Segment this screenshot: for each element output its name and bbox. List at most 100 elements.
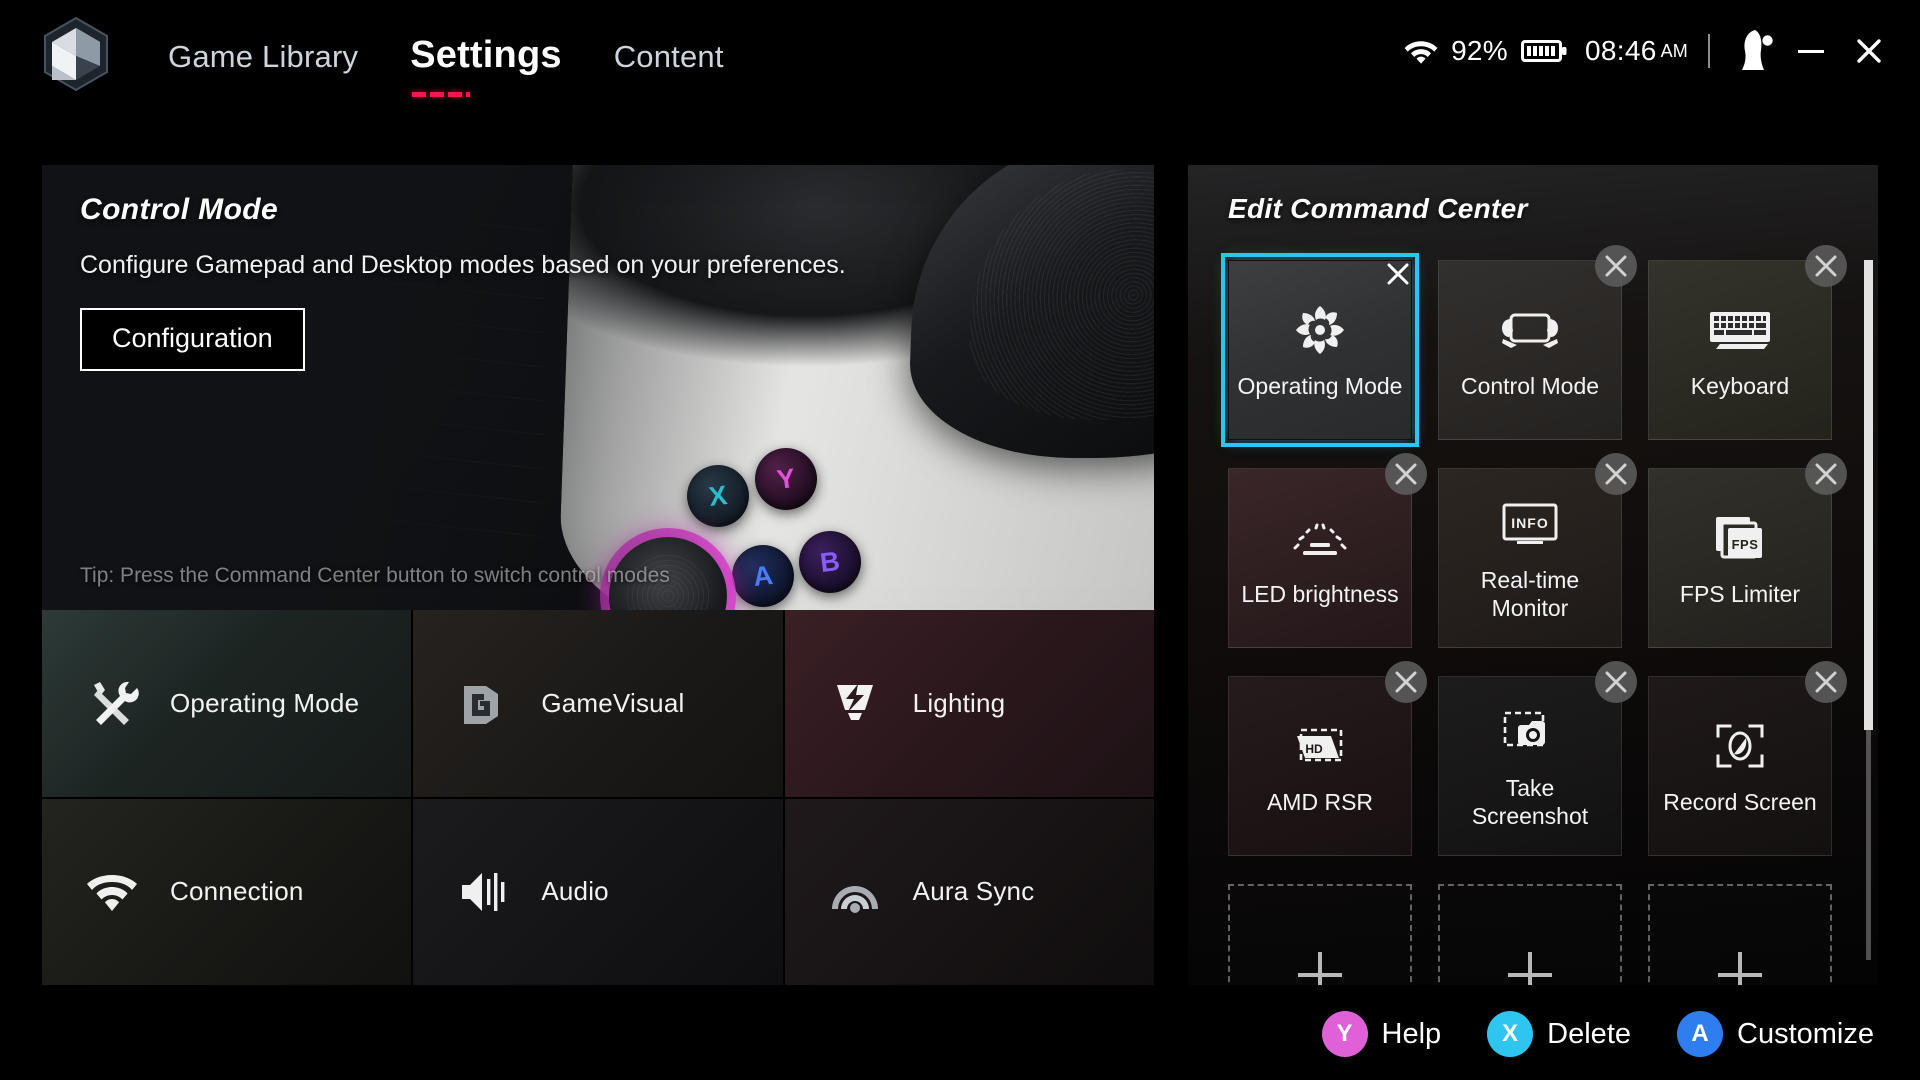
settings-tile-label: Audio [541, 876, 609, 907]
clock-time: 08:46 [1585, 35, 1657, 66]
avatar[interactable] [1730, 25, 1782, 77]
close-icon [1815, 255, 1837, 277]
minimize-button[interactable] [1782, 22, 1840, 80]
info-monitor-icon: INFO [1501, 494, 1559, 554]
hd-upscale-icon: HD [1291, 716, 1349, 776]
cc-tile-keyboard[interactable]: Keyboard [1648, 245, 1847, 440]
close-icon [1387, 263, 1409, 285]
add-command-slot-2[interactable] [1438, 884, 1622, 985]
settings-tile-label: Operating Mode [170, 687, 360, 718]
armoury-crate-window: Game Library Settings Content 92% 08:46 … [0, 0, 1920, 1080]
wifi-icon [1404, 38, 1438, 64]
cc-tile-real-time-monitor[interactable]: INFO Real-time Monitor [1438, 453, 1637, 648]
cc-tile-label: Take Screenshot [1471, 774, 1589, 829]
cc-tile-label: FPS Limiter [1679, 580, 1801, 607]
control-mode-hero-card[interactable]: X Y A B Control Mode Configure Gamepad a… [42, 165, 1154, 610]
fan-turbine-icon [1292, 300, 1348, 360]
settings-tile-gamevisual[interactable]: GameVisual [413, 610, 783, 797]
fps-stack-icon: FPS [1712, 508, 1768, 568]
cc-tile-operating-mode[interactable]: Operating Mode [1221, 253, 1419, 447]
close-button[interactable] [1840, 22, 1898, 80]
wifi-icon [84, 864, 140, 920]
settings-tile-operating-mode[interactable]: Operating Mode [42, 610, 412, 797]
remove-amd-rsr-button[interactable] [1385, 661, 1427, 703]
hero-content: Control Mode Configure Gamepad and Deskt… [80, 193, 1154, 371]
cc-tile-take-screenshot[interactable]: Take Screenshot [1438, 661, 1637, 856]
remove-led-brightness-button[interactable] [1385, 453, 1427, 495]
remove-operating-mode-button[interactable] [1377, 253, 1419, 295]
cc-tile-record-screen[interactable]: Record Screen [1648, 661, 1847, 856]
settings-tile-audio[interactable]: Audio [413, 798, 783, 985]
brightness-icon [1289, 508, 1351, 568]
settings-tile-lighting[interactable]: Lighting [784, 610, 1154, 797]
cc-tile-label: AMD RSR [1266, 788, 1374, 815]
remove-real-time-monitor-button[interactable] [1595, 453, 1637, 495]
close-icon [1815, 671, 1837, 693]
hint-label: Customize [1737, 1017, 1874, 1050]
settings-left-column: X Y A B Control Mode Configure Gamepad a… [42, 165, 1154, 985]
nav-item-content[interactable]: Content [608, 35, 730, 79]
clock: 08:46 AM [1585, 35, 1688, 67]
configuration-button[interactable]: Configuration [80, 308, 305, 371]
command-center-scrollbar-thumb[interactable] [1864, 260, 1873, 730]
edit-command-center-panel: Edit Command Center Operating Mode Contr… [1188, 165, 1878, 985]
svg-text:FPS: FPS [1732, 537, 1759, 552]
nav-item-game-library[interactable]: Game Library [162, 35, 364, 79]
aura-sync-icon [827, 864, 883, 920]
hint-customize[interactable]: A Customize [1677, 1011, 1874, 1057]
status-area: 92% 08:46 AM [1404, 22, 1920, 80]
settings-tile-label: Aura Sync [912, 876, 1035, 907]
plus-icon [1508, 952, 1552, 985]
remove-take-screenshot-button[interactable] [1595, 661, 1637, 703]
button-x-glyph: X [1502, 1020, 1519, 1047]
status-divider [1708, 34, 1710, 68]
cc-tile-label: Real-time Monitor [1480, 566, 1580, 621]
add-command-slot-3[interactable] [1648, 884, 1832, 985]
hero-title: Control Mode [80, 193, 279, 226]
button-y-glyph: Y [1336, 1020, 1353, 1047]
cc-tile-fps-limiter[interactable]: FPS FPS Limiter [1648, 453, 1847, 648]
hero-subtitle: Configure Gamepad and Desktop modes base… [80, 251, 846, 279]
camera-icon [1501, 702, 1559, 762]
record-screen-icon [1714, 716, 1766, 776]
speaker-icon [455, 864, 511, 920]
cc-tile-led-brightness[interactable]: LED brightness [1228, 453, 1427, 648]
gamevisual-icon [455, 675, 511, 731]
svg-text:INFO: INFO [1511, 515, 1548, 531]
battery-full-icon [1521, 38, 1567, 64]
close-icon [1857, 39, 1881, 63]
cc-tile-label: Record Screen [1663, 788, 1817, 815]
settings-tile-connection[interactable]: Connection [42, 798, 412, 985]
remove-fps-limiter-button[interactable] [1805, 453, 1847, 495]
hint-delete[interactable]: X Delete [1487, 1011, 1631, 1057]
nav-label: Game Library [168, 39, 359, 74]
command-center-grid: Operating Mode Control Mode Keyboard LED… [1221, 245, 1847, 985]
hint-label: Help [1381, 1017, 1442, 1050]
remove-control-mode-button[interactable] [1595, 245, 1637, 287]
settings-tile-grid: Operating Mode GameVisual Lighting Conne… [42, 610, 1154, 985]
wifi-status: 92% [1404, 35, 1567, 67]
add-command-slot-1[interactable] [1228, 884, 1412, 985]
close-icon [1605, 463, 1627, 485]
bottom-hint-bar: Y Help X Delete A Customize [0, 988, 1920, 1080]
remove-keyboard-button[interactable] [1805, 245, 1847, 287]
remove-record-screen-button[interactable] [1805, 661, 1847, 703]
plus-icon [1718, 952, 1762, 985]
tools-icon [84, 675, 140, 731]
nav-active-underline [412, 92, 471, 97]
cc-tile-amd-rsr[interactable]: HD AMD RSR [1228, 661, 1427, 856]
cc-tile-label: Operating Mode [1237, 372, 1403, 399]
armoury-crate-logo[interactable] [42, 16, 110, 92]
cc-tile-label: LED brightness [1241, 580, 1399, 607]
nav-item-settings[interactable]: Settings [404, 30, 568, 97]
nav-label: Settings [410, 34, 562, 76]
cc-tile-label: Keyboard [1690, 372, 1790, 399]
hint-help[interactable]: Y Help [1321, 1011, 1442, 1057]
close-icon [1605, 255, 1627, 277]
settings-tile-aura-sync[interactable]: Aura Sync [784, 798, 1154, 985]
edit-command-center-title: Edit Command Center [1228, 193, 1528, 224]
svg-text:HD: HD [1305, 742, 1323, 756]
cc-tile-control-mode[interactable]: Control Mode [1438, 245, 1637, 440]
minimize-icon [1798, 49, 1824, 53]
lighting-bolt-icon [827, 675, 883, 731]
